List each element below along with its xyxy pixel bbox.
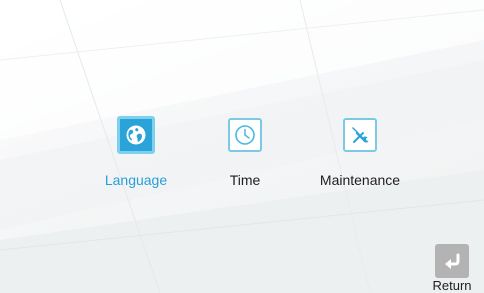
menu-item-label-time: Time (229, 172, 261, 188)
maintenance-icon-button[interactable] (343, 118, 377, 152)
time-icon-button[interactable] (228, 118, 262, 152)
return-button[interactable]: Return (427, 244, 477, 293)
return-label: Return (432, 278, 472, 293)
clock-icon (235, 125, 255, 145)
menu-item-label-language: Language (104, 172, 168, 188)
menu-item-time[interactable]: Time (190, 118, 300, 188)
menu-item-label-maintenance: Maintenance (319, 172, 401, 188)
settings-screen: Language Time Maintenance Return (0, 0, 484, 293)
menu-item-language[interactable]: Language (81, 116, 191, 188)
globe-icon (126, 125, 146, 145)
return-arrow-icon (445, 253, 460, 269)
menu-item-maintenance[interactable]: Maintenance (305, 118, 415, 188)
wrench-icon (352, 127, 369, 143)
return-icon-box[interactable] (435, 244, 469, 278)
language-icon-button[interactable] (117, 116, 155, 154)
